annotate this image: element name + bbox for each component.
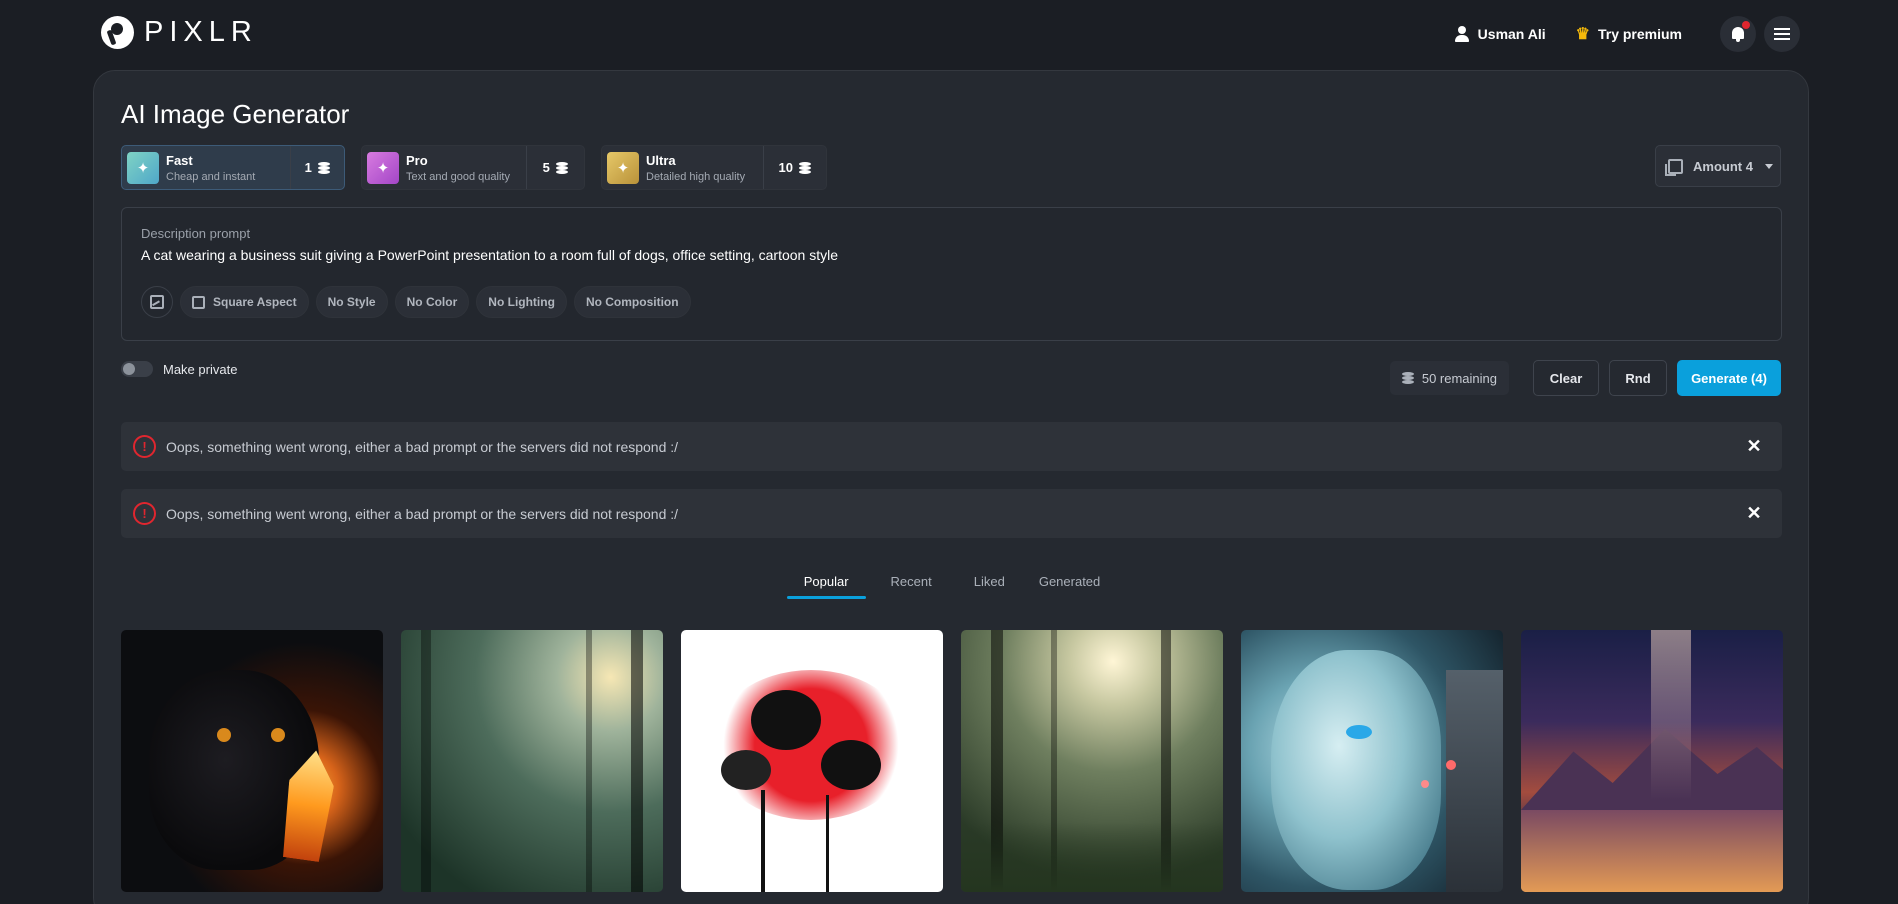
- model-subtitle: Text and good quality: [406, 171, 510, 183]
- chevron-down-icon: [1765, 164, 1773, 169]
- amount-dropdown[interactable]: Amount 4: [1655, 145, 1781, 187]
- make-private-toggle[interactable]: [121, 361, 153, 377]
- model-name: Fast: [166, 153, 255, 168]
- chip-square-aspect[interactable]: Square Aspect: [180, 286, 309, 318]
- error-alert: ! Oops, something went wrong, either a b…: [121, 422, 1782, 471]
- pixlr-logo-icon: [101, 16, 134, 49]
- model-cost: 1: [290, 146, 345, 189]
- random-button[interactable]: Rnd: [1609, 360, 1667, 396]
- credits-icon: [318, 162, 330, 174]
- model-name: Pro: [406, 153, 510, 168]
- tab-recent[interactable]: Recent: [874, 574, 949, 599]
- try-premium-label: Try premium: [1598, 26, 1682, 42]
- user-icon: [1454, 26, 1470, 42]
- gallery-image-robot[interactable]: [1241, 630, 1503, 892]
- model-cost: 5: [526, 146, 584, 189]
- user-menu[interactable]: Usman Ali: [1454, 26, 1546, 42]
- close-icon[interactable]: ✕: [1744, 436, 1764, 456]
- gallery-image-cat[interactable]: [121, 630, 383, 892]
- bell-icon: [1731, 27, 1745, 42]
- main-menu-button[interactable]: [1764, 16, 1800, 52]
- make-private-row: Make private: [121, 361, 237, 377]
- add-image-icon: [150, 295, 164, 309]
- model-pro[interactable]: ✦ Pro Text and good quality 5: [361, 145, 585, 190]
- prompt-input[interactable]: A cat wearing a business suit giving a P…: [141, 247, 838, 263]
- amount-label: Amount 4: [1693, 159, 1753, 174]
- chip-lighting[interactable]: No Lighting: [476, 286, 567, 318]
- tab-liked[interactable]: Liked: [957, 574, 1022, 599]
- model-selector: ✦ Fast Cheap and instant 1 ✦ Pro Text an…: [121, 145, 827, 190]
- credits-icon: [556, 162, 568, 174]
- pixlr-logo[interactable]: PIXLR: [101, 16, 258, 49]
- generator-panel: AI Image Generator ✦ Fast Cheap and inst…: [93, 70, 1809, 904]
- alert-message: Oops, something went wrong, either a bad…: [166, 506, 678, 522]
- model-subtitle: Detailed high quality: [646, 171, 745, 183]
- sparkle-icon: ✦: [607, 152, 639, 184]
- model-name: Ultra: [646, 153, 745, 168]
- images-icon: [1668, 159, 1683, 174]
- top-bar: PIXLR Usman Ali ♛ Try premium: [0, 0, 1898, 68]
- tab-popular[interactable]: Popular: [787, 574, 866, 599]
- clear-button[interactable]: Clear: [1533, 360, 1599, 396]
- chip-color[interactable]: No Color: [395, 286, 470, 318]
- square-icon: [192, 296, 205, 309]
- gallery-tabs: Popular Recent Liked Generated: [94, 574, 1810, 599]
- make-private-label: Make private: [163, 362, 237, 377]
- prompt-options: Square Aspect No Style No Color No Light…: [141, 286, 691, 318]
- gallery-image-mountains[interactable]: [1521, 630, 1783, 892]
- error-alert: ! Oops, something went wrong, either a b…: [121, 489, 1782, 538]
- user-name: Usman Ali: [1478, 26, 1546, 42]
- prompt-label: Description prompt: [141, 226, 250, 241]
- sparkle-icon: ✦: [367, 152, 399, 184]
- sparkle-icon: ✦: [127, 152, 159, 184]
- tab-generated[interactable]: Generated: [1022, 574, 1117, 599]
- model-ultra[interactable]: ✦ Ultra Detailed high quality 10: [601, 145, 827, 190]
- error-icon: !: [133, 502, 156, 525]
- gallery-image-ink-splash[interactable]: [681, 630, 943, 892]
- try-premium-link[interactable]: ♛ Try premium: [1576, 24, 1682, 44]
- gallery-image-forest[interactable]: [401, 630, 663, 892]
- gallery-image-foggy-forest[interactable]: [961, 630, 1223, 892]
- model-cost: 10: [763, 146, 826, 189]
- crown-icon: ♛: [1576, 24, 1590, 44]
- credits-icon: [1402, 372, 1414, 384]
- brand-name: PIXLR: [144, 16, 258, 49]
- generate-button[interactable]: Generate (4): [1677, 360, 1781, 396]
- chip-style[interactable]: No Style: [316, 286, 388, 318]
- error-icon: !: [133, 435, 156, 458]
- header-actions: Usman Ali ♛ Try premium: [1454, 16, 1800, 52]
- credits-icon: [799, 162, 811, 174]
- chip-composition[interactable]: No Composition: [574, 286, 691, 318]
- credits-remaining: 50 remaining: [1390, 361, 1509, 395]
- page-title: AI Image Generator: [121, 99, 349, 130]
- action-bar: 50 remaining Clear Rnd Generate (4): [1390, 360, 1781, 396]
- model-fast[interactable]: ✦ Fast Cheap and instant 1: [121, 145, 345, 190]
- notification-dot: [1742, 21, 1750, 29]
- hamburger-menu-icon: [1774, 28, 1790, 40]
- image-gallery: [121, 630, 1783, 892]
- notifications-button[interactable]: [1720, 16, 1756, 52]
- close-icon[interactable]: ✕: [1744, 503, 1764, 523]
- alert-message: Oops, something went wrong, either a bad…: [166, 439, 678, 455]
- model-subtitle: Cheap and instant: [166, 171, 255, 183]
- prompt-box[interactable]: Description prompt A cat wearing a busin…: [121, 207, 1782, 341]
- add-image-button[interactable]: [141, 286, 173, 318]
